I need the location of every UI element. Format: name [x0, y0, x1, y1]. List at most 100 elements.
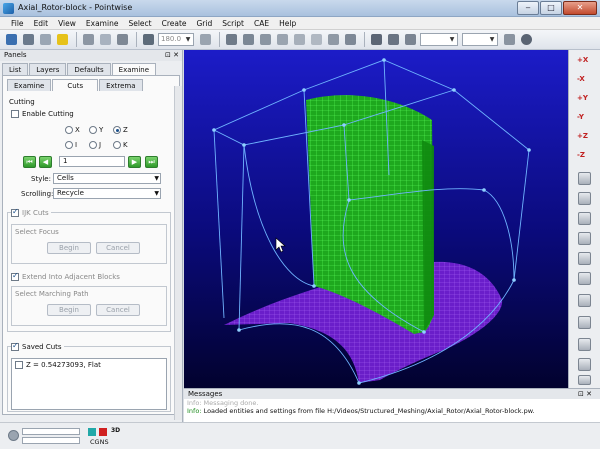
pin-icon[interactable]: ⊡ ✕	[165, 50, 179, 61]
next-button[interactable]: ▶	[128, 156, 141, 168]
curve-tool-button[interactable]	[241, 32, 256, 47]
panels-scrollbar[interactable]	[174, 86, 182, 420]
angle-button[interactable]	[141, 32, 156, 47]
first-button[interactable]: ⏮	[23, 156, 36, 168]
list-item[interactable]: Z = 0.54273093, Flat	[15, 361, 101, 369]
subtab-examine[interactable]: Examine	[7, 79, 52, 91]
view-plus-y-button[interactable]: +Y	[577, 94, 593, 108]
toolbar-separator	[136, 32, 137, 47]
cut-index-field[interactable]: 1	[59, 156, 125, 167]
redo-button[interactable]	[38, 32, 53, 47]
layer-icon[interactable]	[578, 338, 591, 351]
extend-blocks-checkbox[interactable]	[11, 271, 19, 281]
pencil-button[interactable]	[502, 32, 517, 47]
info-button[interactable]	[519, 32, 534, 47]
undo-button[interactable]	[21, 32, 36, 47]
index-j-radio[interactable]	[89, 141, 97, 149]
surface-tool-button[interactable]	[326, 32, 341, 47]
subtab-extrema[interactable]: Extrema	[99, 79, 143, 91]
menu-cae[interactable]: CAE	[249, 19, 274, 28]
view-toolbar: +X -X +Y -Y +Z -Z	[568, 50, 600, 388]
domain-tool-button[interactable]	[275, 32, 290, 47]
entity-combo[interactable]: ▼	[420, 33, 458, 46]
line-tool-button[interactable]	[224, 32, 239, 47]
box-select-icon[interactable]	[578, 316, 591, 329]
tab-examine[interactable]: Examine	[111, 63, 157, 75]
view-minus-x-button[interactable]: -X	[577, 75, 593, 89]
saved-cut-checkbox[interactable]	[15, 361, 23, 369]
view-plus-z-button[interactable]: +Z	[577, 132, 593, 146]
axis-z-radio[interactable]	[113, 126, 121, 134]
layers-button[interactable]	[98, 32, 113, 47]
cube-view-button[interactable]	[81, 32, 96, 47]
rotate-button[interactable]	[115, 32, 130, 47]
help-button[interactable]	[55, 32, 70, 47]
style-select[interactable]: Cells ▼	[53, 173, 161, 184]
begin-path-button[interactable]: Begin	[47, 304, 91, 316]
tab-layers[interactable]: Layers	[29, 63, 67, 75]
tab-defaults[interactable]: Defaults	[67, 63, 111, 75]
axis-y-radio[interactable]	[89, 126, 97, 134]
axis-x-option[interactable]: X	[65, 126, 80, 134]
ijk-cuts-checkbox[interactable]	[11, 207, 19, 217]
shading-icon[interactable]	[578, 172, 591, 185]
tab-list[interactable]: List	[2, 63, 29, 75]
index-i-option[interactable]: I	[65, 141, 77, 149]
view-minus-y-button[interactable]: -Y	[577, 113, 593, 127]
minimize-button[interactable]: ‒	[517, 1, 539, 15]
previous-button[interactable]: ◀	[39, 156, 52, 168]
cancel-focus-button[interactable]: Cancel	[96, 242, 140, 254]
begin-focus-button[interactable]: Begin	[47, 242, 91, 254]
block-tool-button[interactable]	[292, 32, 307, 47]
hidden-line-icon[interactable]	[578, 252, 591, 265]
axis-y-option[interactable]: Y	[89, 126, 103, 134]
menu-view[interactable]: View	[53, 19, 81, 28]
index-k-radio[interactable]	[113, 141, 121, 149]
mesh-button[interactable]	[386, 32, 401, 47]
connector-tool-button[interactable]	[258, 32, 273, 47]
index-k-option[interactable]: K	[113, 141, 128, 149]
view-plus-x-button[interactable]: +X	[577, 56, 593, 70]
menu-create[interactable]: Create	[157, 19, 192, 28]
sphere-icon[interactable]	[578, 358, 591, 371]
menu-grid[interactable]: Grid	[192, 19, 218, 28]
shape-tool-button[interactable]	[309, 32, 324, 47]
menu-help[interactable]: Help	[274, 19, 301, 28]
subtab-cuts[interactable]: Cuts	[52, 79, 99, 91]
axis-x-radio[interactable]	[65, 126, 73, 134]
cancel-path-button[interactable]: Cancel	[96, 304, 140, 316]
edit-tool-button[interactable]	[343, 32, 358, 47]
index-i-radio[interactable]	[65, 141, 73, 149]
curve-icon[interactable]	[578, 375, 591, 385]
axis-z-option[interactable]: Z	[113, 126, 128, 134]
solve-button[interactable]	[403, 32, 418, 47]
lighting-icon[interactable]	[578, 272, 591, 285]
menu-script[interactable]: Script	[217, 19, 249, 28]
scrolling-select[interactable]: Recycle ▼	[53, 188, 161, 199]
angle-combo[interactable]: 180.0 ▼	[158, 33, 194, 46]
saved-cuts-checkbox[interactable]	[11, 341, 19, 351]
last-button[interactable]: ⏭	[145, 156, 158, 168]
surface-icon[interactable]	[578, 232, 591, 245]
pin-icon[interactable]: ⊡ ✕	[578, 389, 592, 399]
cutting-section-title: Cutting	[9, 98, 35, 106]
index-j-option[interactable]: J	[89, 141, 101, 149]
wireframe-icon[interactable]	[578, 212, 591, 225]
message-line: Info: Loaded entities and settings from …	[184, 407, 600, 415]
examine-subtabs: Examine Cuts Extrema	[7, 79, 179, 91]
close-button[interactable]: ✕	[563, 1, 597, 15]
view-minus-z-button[interactable]: -Z	[577, 151, 593, 165]
menu-select[interactable]: Select	[123, 19, 156, 28]
display-mode-icon[interactable]	[578, 192, 591, 205]
align-button[interactable]	[198, 32, 213, 47]
enable-cutting-checkbox[interactable]	[11, 110, 19, 118]
graphics-viewport[interactable]	[184, 50, 568, 388]
pencil-icon[interactable]	[578, 294, 591, 307]
save-button[interactable]	[4, 32, 19, 47]
menu-examine[interactable]: Examine	[81, 19, 124, 28]
menu-file[interactable]: File	[6, 19, 29, 28]
grid-button[interactable]	[369, 32, 384, 47]
menu-edit[interactable]: Edit	[29, 19, 54, 28]
maximize-button[interactable]: □	[540, 1, 562, 15]
layer-combo[interactable]: ▼	[462, 33, 498, 46]
